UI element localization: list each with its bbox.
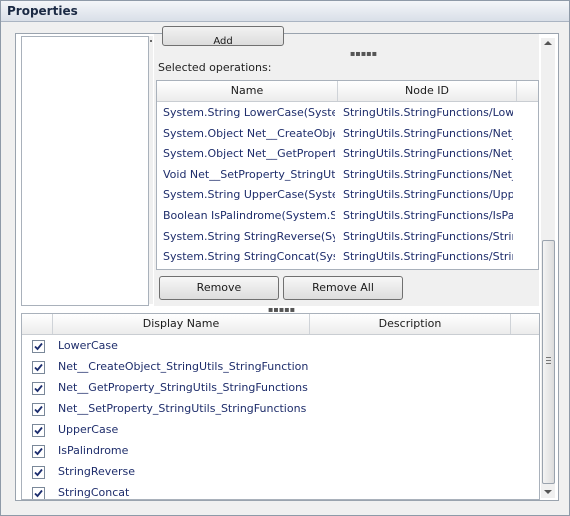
selected-operations-grid: Name Node ID System.String LowerCase(Sys… (156, 80, 539, 270)
properties-content: Add ▪▪▪▪▪ Selected operations: Name Node… (15, 26, 559, 501)
display-name-cell: StringConcat (58, 486, 130, 499)
check-icon (34, 384, 43, 393)
node-id-cell: StringUtils.StringFunctions/Uppe (343, 188, 513, 202)
node-id-cell: StringUtils.StringFunctions/Net_ (343, 126, 513, 140)
thumb-grip (546, 360, 551, 361)
table-row[interactable]: Net__GetProperty_StringUtils_StringFunct… (22, 377, 539, 398)
row-checkbox[interactable] (32, 487, 45, 499)
display-name-cell: Net__SetProperty_StringUtils_StringFunct… (58, 402, 307, 415)
table-row[interactable]: StringReverse (22, 461, 539, 482)
title-bar: Properties (1, 1, 569, 22)
operation-name-cell: System.String StringReverse(Sys (163, 229, 335, 243)
node-id-cell: StringUtils.StringFunctions/Strin (343, 250, 513, 264)
table-row[interactable]: Net__SetProperty_StringUtils_StringFunct… (22, 398, 539, 419)
description-cell (314, 419, 510, 440)
operation-name-cell: Void Net__SetProperty_StringUt (163, 167, 335, 181)
description-cell (314, 461, 510, 482)
check-icon (34, 489, 43, 498)
table-row[interactable]: Void Net__SetProperty_StringUt StringUtil… (157, 164, 538, 185)
display-name-cell: StringReverse (58, 465, 136, 478)
scroll-up-arrow-icon[interactable] (544, 41, 552, 45)
description-cell (314, 377, 510, 398)
column-header-display-name[interactable]: Display Name (53, 314, 310, 334)
node-id-cell: StringUtils.StringFunctions/Net_ (343, 147, 513, 161)
remove-all-button[interactable]: Remove All (283, 276, 403, 300)
table-row[interactable]: System.Object Net__CreateObje StringUtils… (157, 123, 538, 144)
description-cell (314, 398, 510, 419)
column-header-node-id[interactable]: Node ID (338, 81, 517, 101)
description-cell (314, 440, 510, 461)
operation-name-cell: System.String LowerCase(System (163, 106, 335, 119)
table-row[interactable]: UpperCase (22, 419, 539, 440)
node-id-cell: StringUtils.StringFunctions/Lowe (343, 106, 513, 119)
display-name-cell: LowerCase (58, 339, 118, 352)
remove-button[interactable]: Remove (159, 276, 279, 300)
selected-operations-pane: Add ▪▪▪▪▪ Selected operations: Name Node… (154, 26, 539, 306)
table-row[interactable]: System.String UpperCase(Syster StringUtil… (157, 184, 538, 205)
table-row[interactable]: Boolean IsPalindrome(System.St StringUtil… (157, 205, 538, 226)
row-checkbox[interactable] (32, 361, 45, 374)
row-checkbox[interactable] (32, 382, 45, 395)
table-row[interactable]: System.Object Net__GetPropert StringUtils… (157, 143, 538, 164)
add-button-label: Add (213, 36, 233, 47)
check-icon (34, 426, 43, 435)
operation-name-cell: System.String UpperCase(Syster (163, 188, 335, 202)
top-splitter-grip[interactable]: ▪▪▪▪▪ (350, 50, 377, 58)
row-checkbox[interactable] (32, 445, 45, 458)
splitter-grip (150, 40, 152, 42)
check-icon (34, 447, 43, 456)
row-checkbox[interactable] (32, 340, 45, 353)
thumb-grip (546, 363, 551, 364)
table-row[interactable]: Net__CreateObject_StringUtils_StringFunc… (22, 356, 539, 377)
column-header-name[interactable]: Name (157, 81, 338, 101)
vertical-scrollbar[interactable] (541, 38, 555, 498)
table-row[interactable]: StringConcat (22, 482, 539, 499)
thumb-grip (546, 357, 551, 358)
node-id-cell: StringUtils.StringFunctions/Net_ (343, 167, 513, 181)
grid-header: Display Name Description (22, 314, 539, 335)
scroll-thumb[interactable] (542, 240, 555, 484)
table-row[interactable]: LowerCase (22, 335, 539, 356)
description-cell (314, 482, 510, 499)
grid-header: Name Node ID (157, 81, 538, 102)
check-icon (34, 405, 43, 414)
display-names-grid: Display Name Description LowerCase Net__C… (21, 313, 540, 500)
node-id-cell: StringUtils.StringFunctions/Strin (343, 229, 513, 243)
column-header-description[interactable]: Description (310, 314, 511, 334)
table-row[interactable]: System.String StringConcat(Syst StringUti… (157, 246, 538, 267)
operation-name-cell: System.Object Net__GetPropert (163, 147, 335, 161)
row-checkbox[interactable] (32, 466, 45, 479)
row-checkbox[interactable] (32, 424, 45, 437)
window-title: Properties (7, 4, 78, 18)
scroll-down-arrow-icon[interactable] (544, 490, 552, 494)
add-button[interactable]: Add (162, 26, 284, 47)
operation-name-cell: System.Object Net__CreateObje (163, 126, 335, 140)
table-row[interactable]: System.String LowerCase(System StringUtil… (157, 102, 538, 123)
column-header-checkbox (22, 314, 53, 334)
properties-window: Properties Add ▪▪▪▪▪ Selected operations… (0, 0, 570, 516)
display-name-cell: IsPalindrome (58, 444, 129, 457)
operation-name-cell: System.String StringConcat(Syst (163, 250, 335, 264)
operations-source-list[interactable] (21, 36, 149, 306)
check-icon (34, 342, 43, 351)
check-icon (34, 468, 43, 477)
description-cell (314, 356, 510, 377)
display-name-cell: UpperCase (58, 423, 119, 436)
selected-operations-label: Selected operations: (158, 61, 272, 74)
operation-name-cell: Boolean IsPalindrome(System.St (163, 209, 335, 222)
node-id-cell: StringUtils.StringFunctions/IsPal (343, 209, 513, 222)
vertical-splitter[interactable] (149, 36, 153, 304)
table-row[interactable]: IsPalindrome (22, 440, 539, 461)
row-checkbox[interactable] (32, 403, 45, 416)
display-name-cell: Net__GetProperty_StringUtils_StringFunct… (58, 381, 308, 394)
display-name-cell: Net__CreateObject_StringUtils_StringFunc… (58, 360, 308, 373)
description-cell (314, 335, 510, 356)
check-icon (34, 363, 43, 372)
table-row[interactable]: System.String StringReverse(Sys StringUti… (157, 226, 538, 247)
